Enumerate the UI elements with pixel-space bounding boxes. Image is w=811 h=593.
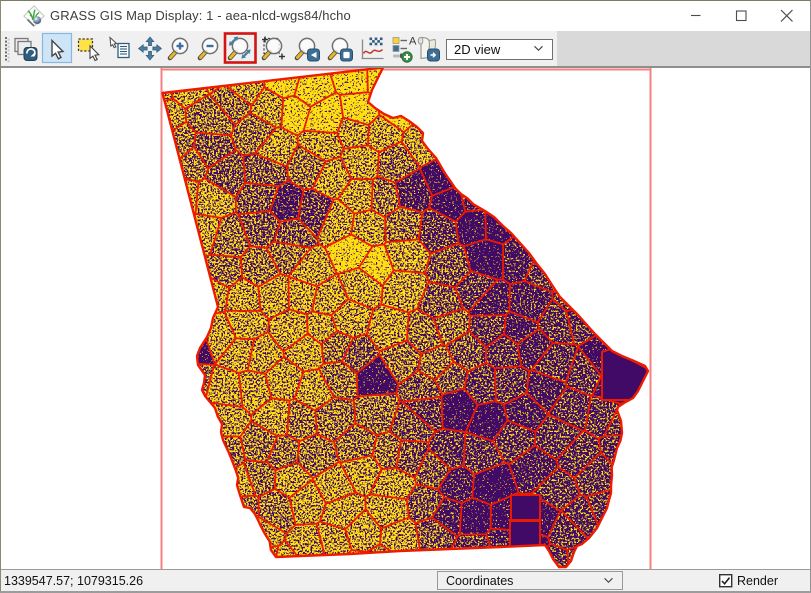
svg-text:A: A: [409, 36, 417, 48]
